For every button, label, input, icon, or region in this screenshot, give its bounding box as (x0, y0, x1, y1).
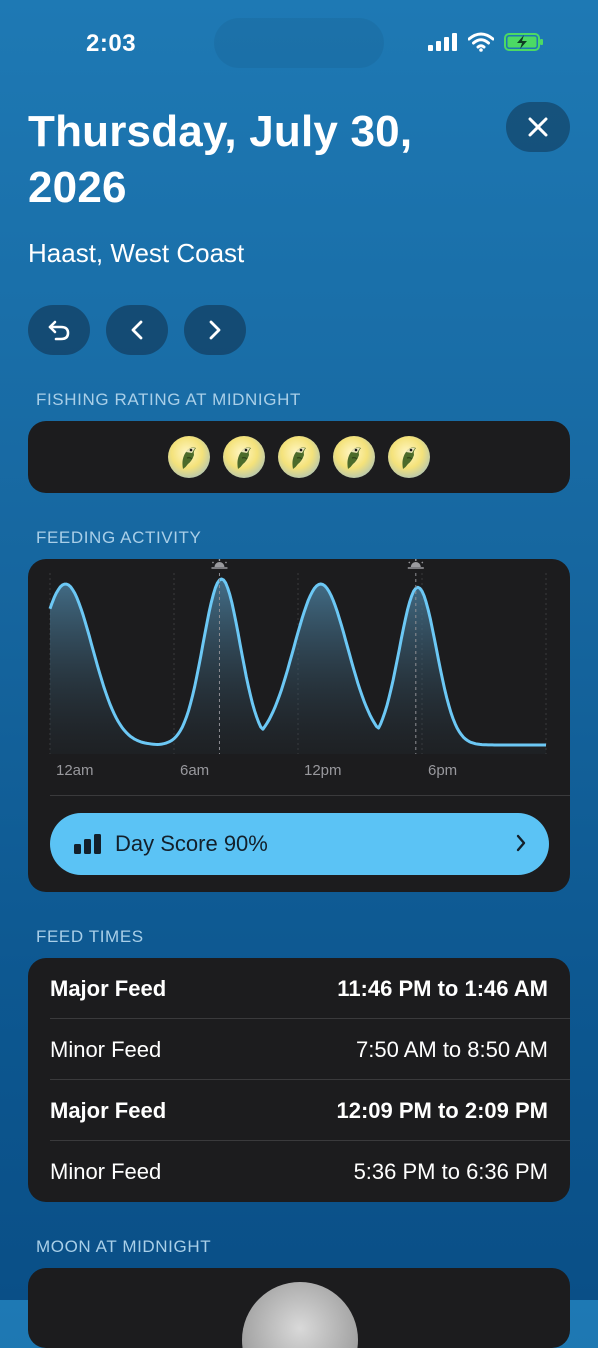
feed-name: Major Feed (50, 975, 167, 1001)
moon-card (28, 1268, 570, 1348)
date-navigation (28, 305, 246, 355)
x-tick-label: 6pm (428, 762, 457, 779)
feed-time: 11:46 PM to 1:46 AM (337, 975, 548, 1001)
activity-section-label: FEEDING ACTIVITY (36, 528, 202, 547)
feed-row: Minor Feed 5:36 PM to 6:36 PM (28, 1141, 570, 1202)
close-icon (528, 117, 548, 137)
close-button[interactable] (506, 102, 570, 152)
sun-event-icon (211, 559, 228, 569)
bar-chart-icon (74, 834, 101, 854)
return-today-button[interactable] (28, 305, 90, 355)
x-tick-label: 12am (56, 762, 94, 779)
feed-name: Minor Feed (50, 1158, 162, 1184)
activity-area (50, 579, 546, 754)
feed-time: 7:50 AM to 8:50 AM (355, 1036, 548, 1062)
fish-rating-icon (278, 436, 320, 478)
page-title: Thursday, July 30, 2026 (28, 107, 413, 212)
fish-rating-icon (168, 436, 210, 478)
next-day-button[interactable] (184, 305, 246, 355)
fish-rating-icon (223, 436, 265, 478)
feed-row: Major Feed 12:09 PM to 2:09 PM (28, 1080, 570, 1141)
dynamic-island (214, 18, 384, 68)
feed-times-card: Major Feed 11:46 PM to 1:46 AM Minor Fee… (28, 958, 570, 1202)
fish-rating-icon (388, 436, 430, 478)
cellular-signal-icon (428, 33, 457, 51)
feeding-activity-card: 12am 6am 12pm 6pm Day Score 90% (28, 559, 570, 892)
fishing-rating-card (28, 421, 570, 493)
day-score-label: Day Score 90% (115, 831, 268, 856)
feeding-activity-chart: 12am 6am 12pm 6pm (48, 559, 547, 779)
battery-charging-icon (504, 33, 543, 51)
location-label: Haast, West Coast (28, 238, 245, 268)
feed-times-section-label: FEED TIMES (36, 927, 144, 946)
status-icons (428, 32, 544, 52)
day-score-button[interactable]: Day Score 90% (50, 813, 549, 875)
feed-name: Minor Feed (50, 1036, 162, 1062)
status-bar: 2:03 (0, 0, 598, 80)
chevron-left-icon (131, 320, 143, 340)
feed-time: 5:36 PM to 6:36 PM (353, 1158, 548, 1184)
rating-section-label: FISHING RATING AT MIDNIGHT (36, 390, 301, 409)
fish-rating-icon (333, 436, 375, 478)
return-arrow-icon (48, 320, 70, 341)
previous-day-button[interactable] (106, 305, 168, 355)
chevron-right-icon (209, 320, 221, 340)
chart-divider (50, 795, 570, 796)
x-tick-label: 6am (180, 762, 209, 779)
chevron-right-icon (516, 834, 526, 852)
feed-time: 12:09 PM to 2:09 PM (336, 1097, 548, 1123)
status-time: 2:03 (86, 30, 137, 57)
feed-row: Major Feed 11:46 PM to 1:46 AM (28, 958, 570, 1019)
sun-event-icon (407, 559, 424, 569)
x-tick-label: 12pm (304, 762, 342, 779)
moon-phase-image (242, 1282, 358, 1348)
moon-section-label: MOON AT MIDNIGHT (36, 1237, 212, 1256)
wifi-icon (468, 32, 494, 52)
feed-name: Major Feed (50, 1097, 167, 1123)
feed-row: Minor Feed 7:50 AM to 8:50 AM (28, 1019, 570, 1080)
